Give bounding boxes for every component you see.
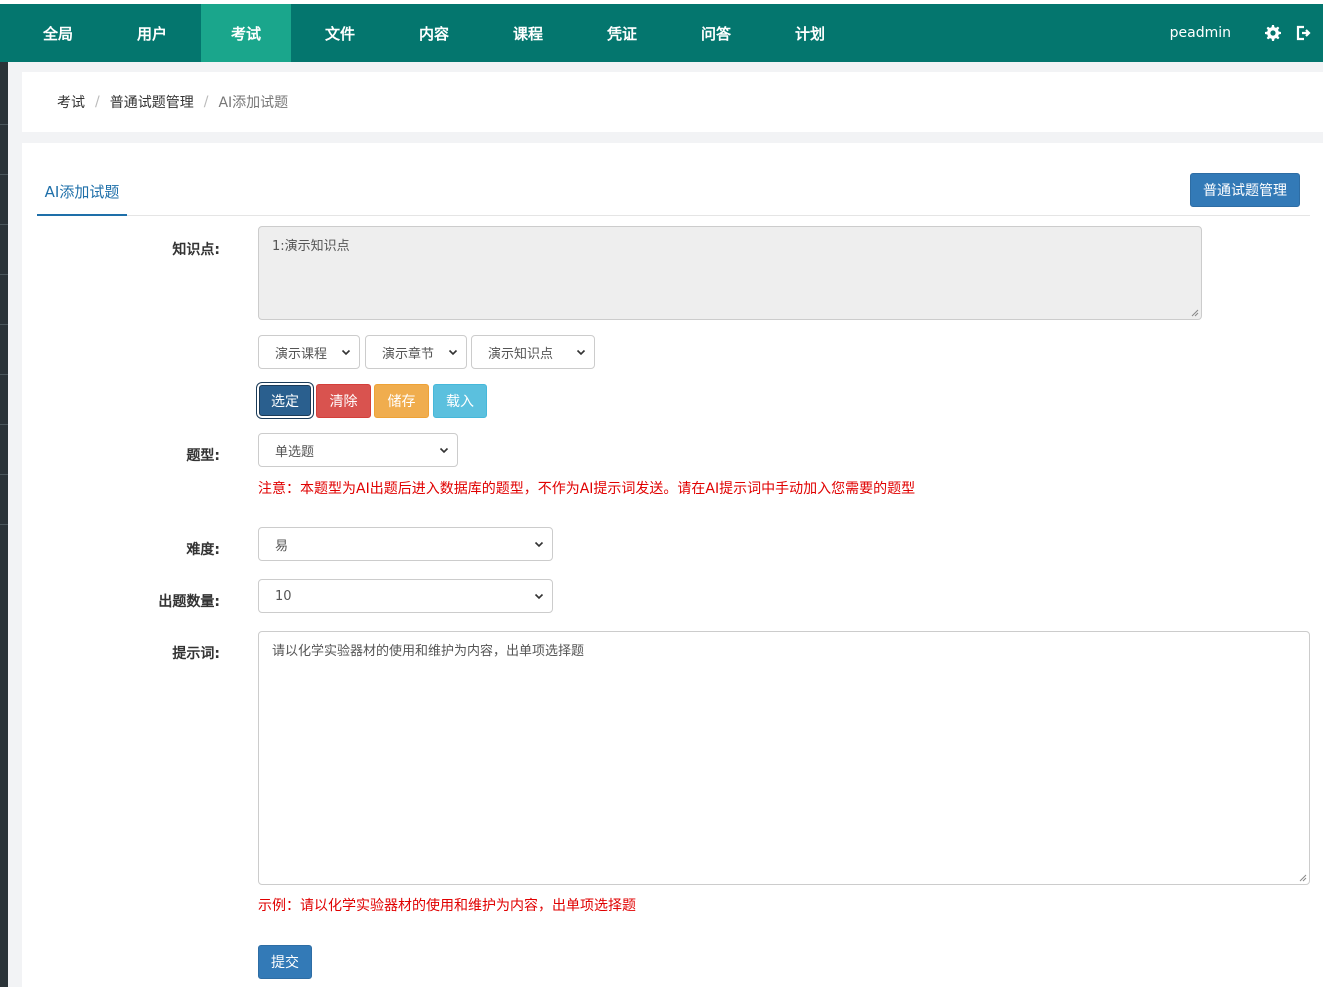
nav-right: peadmin bbox=[1170, 4, 1323, 62]
nav-item-courses[interactable]: 课程 bbox=[483, 4, 573, 62]
prompt-value: 请以化学实验器材的使用和维护为内容，出单项选择题 bbox=[272, 644, 585, 659]
select-button[interactable]: 选定 bbox=[259, 385, 311, 416]
chevron-down-icon bbox=[439, 445, 449, 455]
prompt-example: 示例：请以化学实验器材的使用和维护为内容，出单项选择题 bbox=[258, 898, 636, 914]
chevron-down-icon bbox=[341, 347, 351, 357]
nav-item-plans[interactable]: 计划 bbox=[765, 4, 855, 62]
difficulty-label: 难度: bbox=[186, 542, 220, 558]
difficulty-value: 易 bbox=[275, 538, 289, 554]
left-sidebar-edge bbox=[0, 62, 8, 987]
user-name-link[interactable]: peadmin bbox=[1170, 25, 1231, 41]
question-count-label: 出题数量: bbox=[158, 594, 220, 610]
sidebar-divider bbox=[0, 174, 8, 175]
sidebar-divider bbox=[0, 524, 8, 525]
chapter-select[interactable]: 演示章节 bbox=[365, 335, 467, 369]
question-type-select[interactable]: 单选题 bbox=[258, 433, 458, 467]
tab-ai-add-question[interactable]: AI添加试题 bbox=[37, 169, 127, 216]
question-manage-button[interactable]: 普通试题管理 bbox=[1190, 173, 1300, 207]
question-count-value: 10 bbox=[275, 588, 292, 604]
course-select[interactable]: 演示课程 bbox=[258, 335, 360, 369]
gear-icon[interactable] bbox=[1263, 23, 1283, 43]
logout-icon[interactable] bbox=[1293, 23, 1313, 43]
chevron-down-icon bbox=[534, 539, 544, 549]
nav-item-qa[interactable]: 问答 bbox=[671, 4, 761, 62]
sidebar-divider bbox=[0, 474, 8, 475]
sidebar-divider bbox=[0, 424, 8, 425]
sidebar-divider bbox=[0, 224, 8, 225]
difficulty-select[interactable]: 易 bbox=[258, 527, 553, 561]
breadcrumb-exam[interactable]: 考试 bbox=[57, 92, 85, 112]
knowledge-textarea[interactable]: 1:演示知识点 bbox=[258, 226, 1202, 320]
breadcrumb: 考试 / 普通试题管理 / AI添加试题 bbox=[22, 72, 1323, 132]
knowledge-point-select[interactable]: 演示知识点 bbox=[471, 335, 595, 369]
prompt-label: 提示词: bbox=[172, 646, 220, 662]
resize-grip-icon[interactable] bbox=[1299, 874, 1307, 882]
knowledge-label: 知识点: bbox=[172, 242, 220, 258]
clear-button[interactable]: 清除 bbox=[316, 384, 371, 418]
nav-item-certificates[interactable]: 凭证 bbox=[577, 4, 667, 62]
nav-menu: 全局 用户 考试 文件 内容 课程 凭证 问答 计划 bbox=[0, 4, 859, 62]
resize-grip-icon[interactable] bbox=[1191, 309, 1199, 317]
sidebar-divider bbox=[0, 374, 8, 375]
prompt-textarea[interactable]: 请以化学实验器材的使用和维护为内容，出单项选择题 bbox=[258, 631, 1310, 885]
tab-bar: AI添加试题 bbox=[37, 169, 1310, 216]
question-type-note: 注意：本题型为AI出题后进入数据库的题型，不作为AI提示词发送。请在AI提示词中… bbox=[258, 481, 916, 497]
top-navbar: 全局 用户 考试 文件 内容 课程 凭证 问答 计划 peadmin bbox=[0, 4, 1323, 62]
store-button[interactable]: 储存 bbox=[374, 384, 429, 418]
nav-item-exam[interactable]: 考试 bbox=[201, 4, 291, 62]
knowledge-point-select-value: 演示知识点 bbox=[488, 346, 554, 362]
course-select-value: 演示课程 bbox=[275, 346, 328, 362]
chevron-down-icon bbox=[448, 347, 458, 357]
nav-item-global[interactable]: 全局 bbox=[13, 4, 103, 62]
breadcrumb-question-manage[interactable]: 普通试题管理 bbox=[110, 92, 194, 112]
sidebar-divider bbox=[0, 124, 8, 125]
chevron-down-icon bbox=[576, 347, 586, 357]
chapter-select-value: 演示章节 bbox=[382, 346, 435, 362]
breadcrumb-current: AI添加试题 bbox=[218, 95, 289, 111]
breadcrumb-separator: / bbox=[203, 94, 209, 110]
breadcrumb-separator: / bbox=[95, 94, 100, 110]
nav-item-files[interactable]: 文件 bbox=[295, 4, 385, 62]
sidebar-divider bbox=[0, 274, 8, 275]
nav-item-users[interactable]: 用户 bbox=[107, 4, 197, 62]
chevron-down-icon bbox=[534, 591, 544, 601]
load-button[interactable]: 载入 bbox=[433, 384, 487, 418]
main-panel: AI添加试题 普通试题管理 知识点: 1:演示知识点 演示课程 演示章节 演示知… bbox=[22, 143, 1323, 987]
question-count-select[interactable]: 10 bbox=[258, 579, 553, 613]
nav-item-content[interactable]: 内容 bbox=[389, 4, 479, 62]
sidebar-divider bbox=[0, 324, 8, 325]
submit-button[interactable]: 提交 bbox=[258, 945, 312, 979]
question-type-value: 单选题 bbox=[275, 444, 315, 460]
question-type-label: 题型: bbox=[186, 448, 220, 464]
knowledge-value: 1:演示知识点 bbox=[272, 239, 350, 254]
